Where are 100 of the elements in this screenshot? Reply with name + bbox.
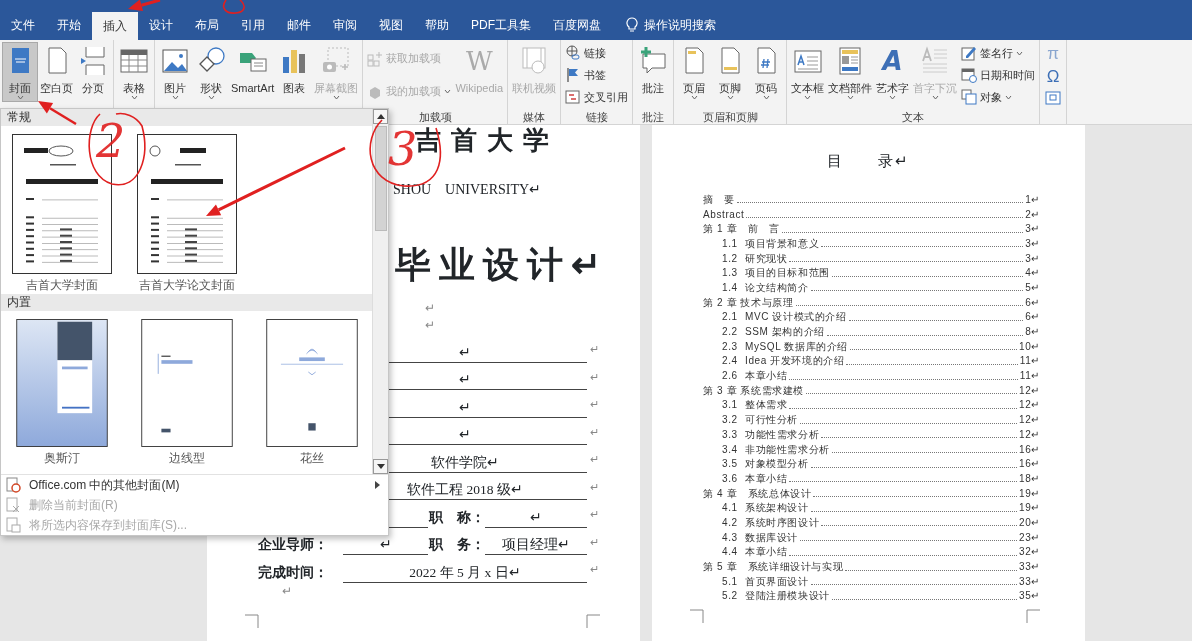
annotation-arrow [38,101,77,126]
university-name: SHOU UNIVERSITY↵ [393,181,543,199]
toc-page-number: 12↵ [1019,413,1040,428]
cover-option[interactable]: 边线型 [136,319,237,474]
ribbon-button[interactable]: A 艺术字 [874,42,912,102]
globe-link-icon [565,45,582,61]
toc-page-number: 35↵ [1019,589,1040,604]
ribbon-tab[interactable]: 审阅 [322,10,368,40]
toc-page-number: 16↵ [1019,442,1040,457]
arrow-down-icon [376,464,385,469]
toc-number: 1.1 [722,236,739,251]
toc-number: 3.3 [722,427,739,442]
tell-me-search[interactable]: 操作说明搜索 [618,10,724,40]
toc-title: MySQL 数据库的介绍 [745,339,848,354]
toc-number: 3.6 [722,471,739,486]
toc-number: 4.4 [722,545,739,560]
form-label: 职 称： [428,508,485,527]
scroll-thumb[interactable] [374,126,387,231]
toc-number: 3.2 [722,413,739,428]
toc-title: 本章小结 [745,545,788,560]
toc-page-number: 3↵ [1025,251,1040,266]
ribbon-button[interactable]: 书签 [563,66,631,84]
toc-title: 系统架构设计 [745,501,809,516]
ribbon-button[interactable]: 日期和时间 [959,66,1038,84]
paragraph-mark: ↵ [282,582,292,600]
scroll-up-button[interactable] [373,109,388,124]
ribbon-tab[interactable]: 文件 [0,10,46,40]
toc-page-number: 3↵ [1025,236,1040,251]
ribbon-button[interactable]: 封面 [2,42,38,102]
group-label: 页眉和页脚 [702,111,758,123]
toc-page-number: 6↵ [1025,295,1040,310]
toc-title: 首页界面设计 [745,574,809,589]
ribbon-button[interactable]: 页眉 [676,42,713,102]
group-label: 批注 [642,111,665,123]
toc-page-number: 12↵ [1019,398,1040,413]
ribbon-button[interactable]: 空白页 [38,42,75,102]
ribbon-tab[interactable]: 视图 [368,10,414,40]
symbol-button[interactable]: Ω [1042,67,1065,87]
margin-corner-mark [245,613,259,628]
form-value: 项目经理↵ [485,535,587,555]
cover-option[interactable]: 奥斯汀 [11,319,112,474]
ribbon-button[interactable]: 页脚 [712,42,749,102]
toc-page-number: 19↵ [1019,486,1040,501]
ribbon-button[interactable]: 页码 [748,42,785,102]
toc-number: 3.4 [722,442,739,457]
toc-title: 论文结构简介 [745,280,809,295]
toc-title: 非功能性需求分析 [745,442,830,457]
toc-page-number: 19↵ [1019,501,1040,516]
toc-page-number: 32↵ [1019,545,1040,560]
toc-page-number: 12↵ [1019,383,1040,398]
toc-title: 数据库设计 [745,530,798,545]
paragraph-mark: ↵ [589,479,600,495]
cross-reference-icon [565,89,582,105]
ribbon-button[interactable]: 签名行 [959,44,1038,62]
toc-title: 摘 要 [703,192,735,207]
margin-corner-mark [1026,609,1040,624]
paragraph-mark: ↵ [589,424,600,440]
ribbon-tab[interactable]: 百度网盘 [542,10,612,40]
toc-title: 登陆注册模块设计 [745,589,830,604]
calendar-clock-icon [961,67,978,83]
ribbon-tab[interactable]: 插入 [92,12,138,40]
ribbon-tab[interactable]: 帮助 [414,10,460,40]
submenu-arrow-icon [375,481,380,489]
ribbon-button[interactable]: 图片 [157,42,193,102]
ribbon-button[interactable]: 表格 [116,42,152,102]
cover-option[interactable]: 吉首大学论文封面 [136,134,237,294]
ribbon-tab[interactable]: 引用 [230,10,276,40]
toc-page-number: 3↵ [1025,222,1040,237]
toc-number: 2.3 [722,339,739,354]
ribbon-tab[interactable]: 邮件 [276,10,322,40]
toc-page-number: 33↵ [1019,560,1040,575]
ribbon-button[interactable]: 交叉引用 [563,88,631,106]
toc-page-number: 23↵ [1019,530,1040,545]
ribbon-button[interactable]: 文本框 [789,42,827,102]
arrow-up-icon [376,114,385,119]
paragraph-mark: ↵ [589,342,600,357]
toc-title: 本章小结 [745,369,788,384]
ribbon-tab[interactable]: 布局 [184,10,230,40]
toc-number: 5.1 [722,574,739,589]
ribbon-button[interactable]: 链接 [563,44,631,62]
ribbon-tab[interactable]: 设计 [138,10,184,40]
ribbon-button[interactable]: 批注 [635,42,672,102]
ribbon-button[interactable]: 对象 [959,88,1038,106]
ribbon-button[interactable]: 文档部件 [826,42,875,102]
ribbon-button[interactable]: SmartArt [229,42,277,102]
toc-title: 第 2 章 技术与原理 [703,295,794,310]
toc-title: 项目背景和意义 [745,236,820,251]
toc-number: 3.1 [722,398,739,413]
ribbon-tab[interactable]: PDF工具集 [460,10,542,40]
scroll-down-button[interactable] [373,459,388,474]
toc-number: 2.1 [722,310,739,325]
toc-title: 本章小结 [745,471,788,486]
ribbon-button[interactable]: 形状 [193,42,229,102]
grid-plus-icon [367,50,384,67]
form-value: 2022 年 5 月 x 日↵ [343,562,587,583]
annotation-arrow [128,0,161,11]
ribbon-tab[interactable]: 开始 [46,10,92,40]
ribbon-button[interactable]: 分页 [75,42,111,102]
delete-cover-icon [5,497,21,513]
ribbon-button[interactable]: 图表 [276,42,313,102]
